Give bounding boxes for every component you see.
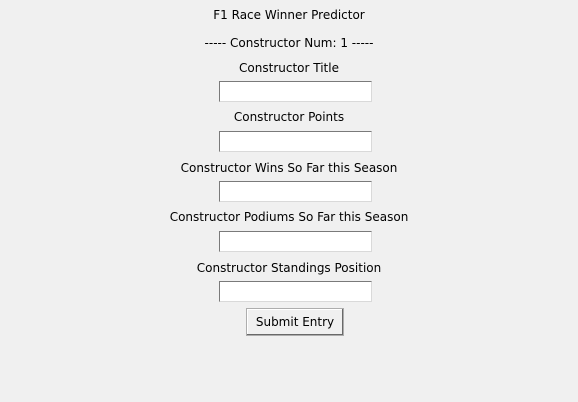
app-title: F1 Race Winner Predictor: [213, 8, 365, 22]
constructor-points-input[interactable]: [219, 131, 372, 152]
constructor-standings-input[interactable]: [219, 281, 372, 302]
constructor-wins-input[interactable]: [219, 181, 372, 202]
constructor-title-input[interactable]: [219, 81, 372, 102]
constructor-number-header: ----- Constructor Num: 1 -----: [204, 36, 374, 50]
constructor-standings-label: Constructor Standings Position: [196, 261, 382, 275]
constructor-wins-label: Constructor Wins So Far this Season: [180, 161, 398, 175]
constructor-title-label: Constructor Title: [239, 61, 339, 75]
constructor-podiums-input[interactable]: [219, 231, 372, 252]
constructor-points-label: Constructor Points: [233, 110, 345, 124]
submit-entry-button[interactable]: Submit Entry: [246, 308, 344, 336]
constructor-podiums-label: Constructor Podiums So Far this Season: [169, 210, 409, 224]
